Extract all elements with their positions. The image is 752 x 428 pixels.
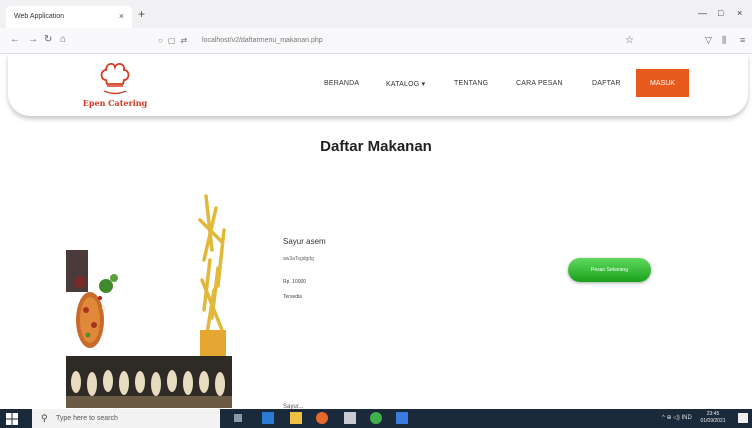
clock-time: 23:45 bbox=[706, 411, 720, 417]
store-icon[interactable] bbox=[344, 412, 356, 424]
order-now-button[interactable]: Pesan Sekarang bbox=[568, 258, 651, 282]
maximize-icon[interactable]: □ bbox=[718, 8, 723, 18]
food-description: aw3aTsgdgdg bbox=[283, 256, 314, 262]
home-icon[interactable]: ⌂ bbox=[60, 34, 66, 45]
food-price: Rp. 10000 bbox=[283, 279, 307, 285]
forward-icon[interactable]: → bbox=[28, 34, 38, 45]
bookmark-star-icon[interactable]: ☆ bbox=[625, 35, 634, 46]
food-name: Sayur asem bbox=[283, 237, 326, 246]
taskbar: ⚲ Type here to search ^ ⊕ ◁) IND 23:45 0… bbox=[0, 409, 752, 428]
notification-icon[interactable] bbox=[738, 413, 748, 423]
minimize-icon[interactable]: — bbox=[698, 8, 707, 18]
url-text: localhost/v2/daftarmenu_makanan.php bbox=[202, 37, 323, 44]
food-image-satay bbox=[66, 356, 232, 408]
clock-date: 01/09/2021 bbox=[700, 418, 726, 424]
nav-tentang[interactable]: TENTANG bbox=[454, 80, 488, 87]
food-image bbox=[66, 190, 236, 358]
word-icon[interactable] bbox=[396, 412, 408, 424]
taskbar-search-placeholder: Type here to search bbox=[56, 415, 118, 422]
search-icon: ⚲ bbox=[41, 413, 48, 423]
chef-hat-icon bbox=[100, 63, 130, 95]
food-status: Tersedia bbox=[283, 294, 302, 300]
login-button[interactable]: MASUK bbox=[636, 69, 689, 97]
tab-close-icon[interactable]: × bbox=[119, 11, 124, 21]
system-tray[interactable]: ^ ⊕ ◁) IND bbox=[662, 414, 692, 421]
logo-text: Epen Catering bbox=[82, 98, 148, 108]
browser-tab[interactable]: Web Application × bbox=[6, 6, 132, 28]
task-view-icon[interactable] bbox=[234, 414, 242, 422]
tab-title: Web Application bbox=[14, 13, 65, 20]
site-header: Epen Catering BERANDA KATALOG ▾ TENTANG … bbox=[8, 54, 748, 116]
browser-tabstrip: Web Application × + — □ × bbox=[0, 0, 752, 28]
site-info-icon[interactable]: ○▢⇄ bbox=[158, 36, 192, 45]
new-tab-icon[interactable]: + bbox=[138, 7, 145, 21]
page-title: Daftar Makanan bbox=[320, 138, 432, 155]
close-window-icon[interactable]: × bbox=[737, 8, 742, 18]
browser-toolbar: ← → ↻ ⌂ ○▢⇄ localhost/v2/daftarmenu_maka… bbox=[0, 28, 752, 54]
windows-start-icon[interactable] bbox=[6, 413, 18, 425]
taskbar-clock[interactable]: 23:45 01/09/2021 bbox=[700, 411, 726, 425]
pocket-icon[interactable]: ▽ bbox=[705, 35, 712, 46]
nav-beranda[interactable]: BERANDA bbox=[324, 80, 359, 87]
firefox-icon[interactable] bbox=[316, 412, 328, 424]
library-icon[interactable]: ⫼ bbox=[722, 35, 726, 46]
reload-icon[interactable]: ↻ bbox=[44, 34, 52, 45]
address-bar[interactable]: ○▢⇄ localhost/v2/daftarmenu_makanan.php … bbox=[150, 32, 640, 50]
menu-icon[interactable]: ≡ bbox=[740, 35, 745, 45]
nav-daftar[interactable]: DAFTAR bbox=[592, 80, 621, 87]
nav-katalog[interactable]: KATALOG ▾ bbox=[386, 80, 425, 88]
file-explorer-icon[interactable] bbox=[290, 412, 302, 424]
site-logo[interactable]: Epen Catering bbox=[70, 60, 160, 110]
edge-icon[interactable] bbox=[262, 412, 274, 424]
nav-cara-pesan[interactable]: CARA PESAN bbox=[516, 80, 563, 87]
back-icon[interactable]: ← bbox=[10, 34, 20, 45]
taskbar-search-input[interactable]: ⚲ Type here to search bbox=[32, 409, 220, 428]
chrome-icon[interactable] bbox=[370, 412, 382, 424]
